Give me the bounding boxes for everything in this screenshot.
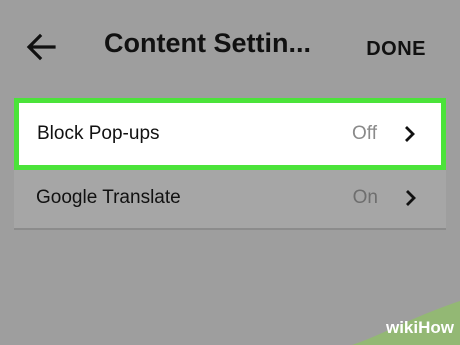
arrow-left-icon <box>26 33 56 61</box>
setting-row-block-popups[interactable]: Block Pop-ups Off <box>14 98 446 170</box>
chevron-right-icon <box>406 190 416 206</box>
watermark-text: wikiHow <box>385 318 454 337</box>
page-title: Content Settin... <box>104 28 311 58</box>
setting-value: Off <box>352 123 377 144</box>
done-button[interactable]: DONE <box>366 38 426 61</box>
settings-list: Block Pop-ups Off Google Translate On <box>14 98 446 230</box>
setting-label: Block Pop-ups <box>37 123 160 144</box>
back-button[interactable] <box>24 30 58 64</box>
setting-label: Google Translate <box>36 187 181 208</box>
wikihow-watermark: wikiHow <box>352 301 460 345</box>
setting-value: On <box>352 187 378 208</box>
setting-row-google-translate[interactable]: Google Translate On <box>14 168 446 230</box>
chevron-right-icon <box>405 126 415 142</box>
app-header: Content Settin... DONE <box>0 0 460 90</box>
